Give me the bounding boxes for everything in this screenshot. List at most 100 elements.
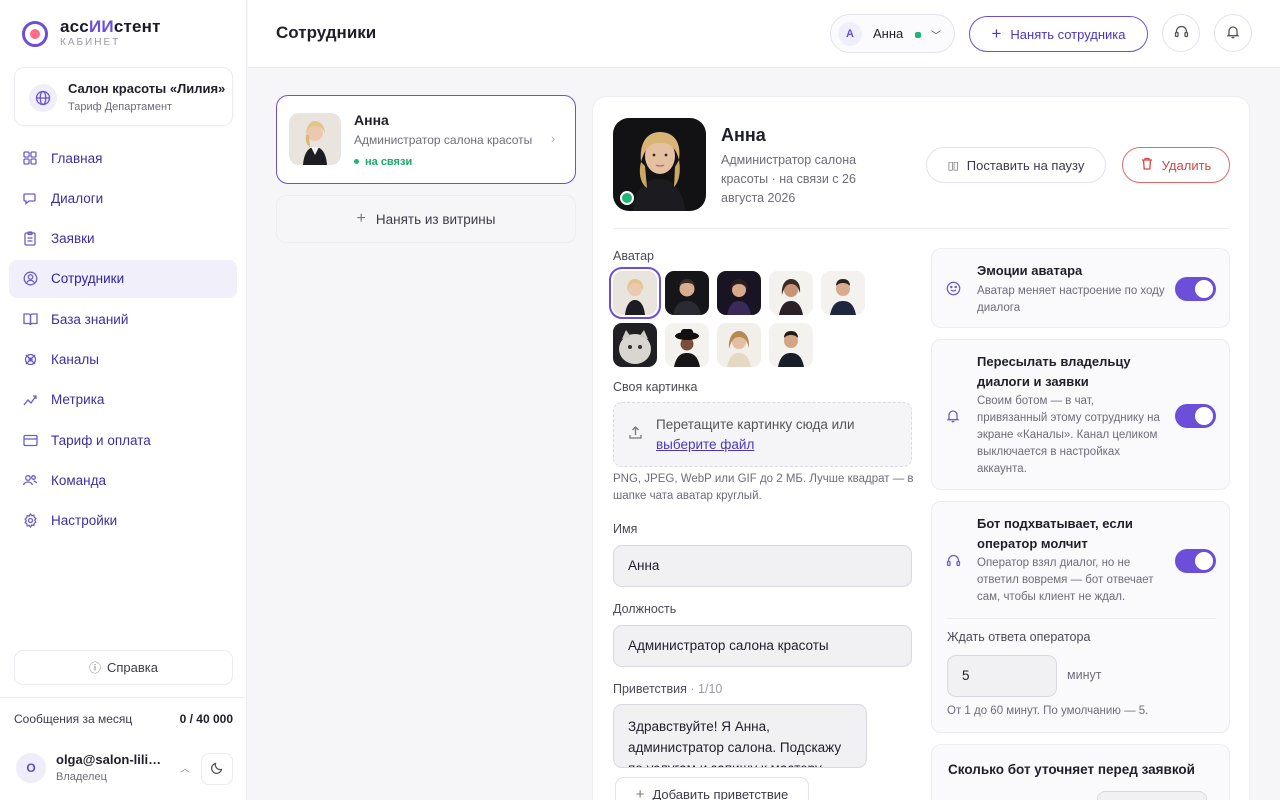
nav-item-requests[interactable]: Заявки (9, 220, 237, 258)
forward-toggle[interactable] (1175, 404, 1216, 428)
choose-file-link[interactable]: выберите файл (656, 437, 754, 452)
setting-avatar-emotions: Эмоции аватара Аватар меняет настроение … (931, 248, 1230, 328)
employee-photo (289, 113, 341, 165)
nav-item-metrics[interactable]: Метрика (9, 381, 237, 419)
employee-switcher[interactable]: А Анна ﹀ (830, 14, 955, 53)
top-header: Сотрудники А Анна ﹀ + Нанять сотрудника (248, 0, 1280, 68)
bell-icon (1226, 24, 1240, 42)
nav-item-channels[interactable]: Каналы (9, 340, 237, 378)
setting-bot-takeover: Бот подхватывает, если оператор молчит О… (931, 501, 1230, 733)
avatar-option[interactable] (821, 271, 865, 315)
divider (613, 228, 1230, 229)
nav-label: Каналы (51, 351, 99, 367)
nav-label: Заявки (51, 231, 95, 247)
employee-card[interactable]: Анна Администратор салона красоты на свя… (276, 95, 576, 184)
upload-icon (628, 425, 643, 444)
dropzone-text: Перетащите картинку сюда или (656, 417, 855, 432)
employee-detail-panel: Анна Администратор салона красоты · на с… (592, 96, 1250, 800)
employee-role: Администратор салона красоты (354, 133, 533, 147)
hire-from-showcase-button[interactable]: + Нанять из витрины (276, 195, 576, 243)
clipboard-icon (22, 231, 38, 247)
wait-hint: От 1 до 60 минут. По умолчанию — 5. (947, 705, 1149, 717)
book-icon (22, 311, 38, 327)
usage-counter: Сообщения за месяц 0 / 40 000 (14, 712, 233, 726)
nav-item-billing[interactable]: Тариф и оплата (9, 421, 237, 459)
notifications-button[interactable] (1214, 14, 1252, 52)
delete-button[interactable]: Удалить (1122, 147, 1230, 183)
pause-icon: ▯▯ (947, 159, 959, 172)
avatar: А (838, 22, 862, 46)
smile-icon (946, 281, 961, 299)
help-button[interactable]: ⓘ Справка (14, 650, 233, 685)
company-name: Салон красоты «Лилия» (68, 81, 226, 96)
company-switcher[interactable]: Салон красоты «Лилия» Тариф Департамент (14, 67, 233, 126)
theme-toggle-button[interactable] (201, 753, 233, 785)
plus-icon: + (991, 24, 1002, 43)
chevron-down-icon: ﹀ (931, 31, 941, 42)
user-role: Владелец (56, 771, 107, 783)
wait-minutes-input[interactable]: 5 (947, 655, 1057, 697)
sidebar: ассИИстент КАБИНЕТ Салон красоты «Лилия»… (0, 0, 247, 800)
takeover-toggle[interactable] (1175, 549, 1216, 573)
nav-item-knowledge-base[interactable]: База знаний (9, 300, 237, 338)
logo[interactable]: ассИИстент КАБИНЕТ (22, 18, 161, 49)
card-icon (22, 432, 38, 448)
emotions-toggle[interactable] (1175, 277, 1216, 301)
plus-icon: + (356, 210, 366, 227)
chevron-right-icon: › (551, 131, 556, 146)
nav-label: Метрика (51, 392, 105, 408)
nav-label: Главная (51, 150, 103, 166)
online-indicator (620, 191, 634, 205)
support-button[interactable] (1162, 14, 1200, 52)
setting-title: Пересылать владельцу диалоги и заявки (977, 354, 1131, 389)
trash-icon (1141, 157, 1153, 173)
nav-label: Тариф и оплата (51, 432, 151, 448)
avatar-option[interactable] (665, 271, 709, 315)
setting-title: Бот подхватывает, если оператор молчит (977, 516, 1133, 551)
position-field[interactable]: Администратор салона красоты (613, 625, 912, 667)
nav-item-team[interactable]: Команда (9, 461, 237, 499)
chat-icon (22, 190, 38, 206)
position-label: Должность (613, 602, 677, 616)
add-greeting-button[interactable]: + Добавить приветствие (615, 777, 809, 800)
avatar-option[interactable] (769, 323, 813, 367)
clarify-count-input[interactable] (1097, 791, 1207, 800)
name-label: Имя (613, 522, 638, 536)
avatar-option[interactable] (665, 323, 709, 367)
user-email: olga@salon-liliya.ru (56, 752, 168, 767)
chevron-up-icon: ︿ (180, 764, 190, 775)
usage-value: 0 / 40 000 (179, 712, 233, 726)
satellite-icon (22, 351, 38, 367)
nav-label: Команда (51, 472, 107, 488)
avatar-option[interactable] (613, 323, 657, 367)
avatar-option[interactable] (609, 267, 661, 319)
pause-button[interactable]: ▯▯ Поставить на паузу (926, 147, 1106, 183)
avatar-option[interactable] (717, 323, 761, 367)
chart-icon (22, 392, 38, 408)
hire-employee-button[interactable]: + Нанять сотрудника (969, 16, 1148, 52)
nav-item-settings[interactable]: Настройки (9, 502, 237, 540)
user-circle-icon (22, 271, 38, 287)
setting-description: Своим ботом — в чат, привязанный этому с… (977, 395, 1160, 475)
nav-item-employees[interactable]: Сотрудники (9, 259, 237, 298)
setting-forward-owner: Пересылать владельцу диалоги и заявки Св… (931, 339, 1230, 490)
greeting-textarea[interactable]: Здравствуйте! Я Анна, администратор сало… (613, 704, 867, 768)
wait-label: Ждать ответа оператора (947, 630, 1091, 644)
grid-icon (22, 150, 38, 166)
image-dropzone[interactable]: Перетащите картинку сюда или выберите фа… (613, 402, 912, 467)
nav-item-home[interactable]: Главная (9, 139, 237, 177)
plus-icon: + (635, 785, 645, 800)
employee-description: Администратор салона красоты · на связи … (721, 153, 857, 205)
nav-item-dialogs[interactable]: Диалоги (9, 179, 237, 217)
moon-icon (210, 761, 224, 778)
headset-icon (946, 553, 961, 571)
setting-description: Аватар меняет настроение по ходу диалога (977, 285, 1165, 314)
user-menu[interactable]: O olga@salon-liliya.ru Владелец ︿ (14, 748, 233, 788)
nav-label: Сотрудники (51, 271, 125, 287)
globe-icon (29, 84, 57, 112)
avatar-option[interactable] (717, 271, 761, 315)
name-field[interactable]: Анна (613, 545, 912, 587)
main-nav: Главная Диалоги Заявки Сотрудники База з… (9, 139, 237, 542)
avatar-option[interactable] (769, 271, 813, 315)
nav-label: Диалоги (51, 190, 104, 206)
